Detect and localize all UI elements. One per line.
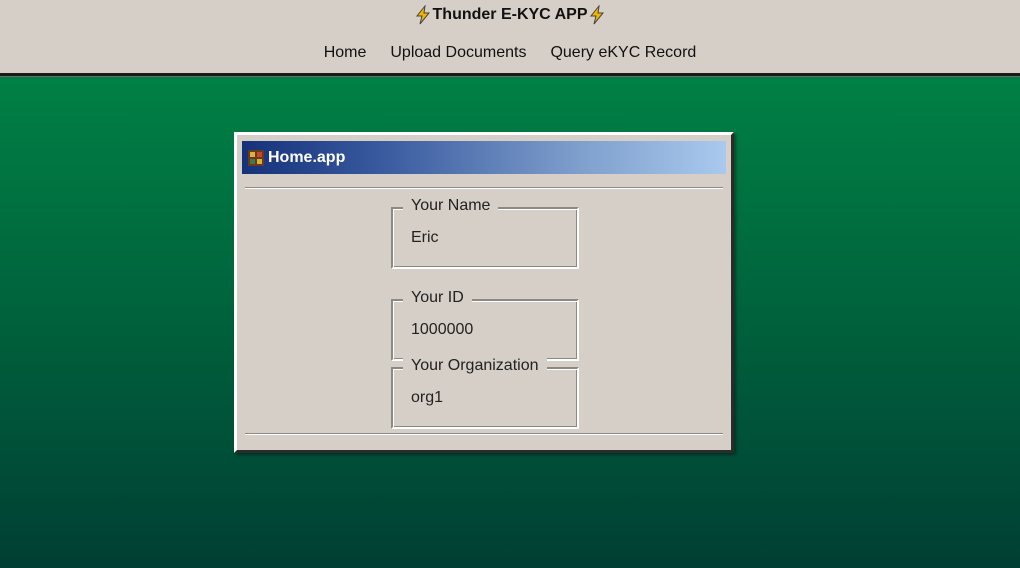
lightning-bolt-icon [590, 5, 605, 25]
divider [245, 433, 723, 435]
name-fieldset: Your Name Eric [391, 197, 579, 269]
nav-query-ekyc-record-link[interactable]: Query eKYC Record [550, 44, 696, 62]
id-fieldset: Your ID 1000000 [391, 289, 579, 361]
app-icon [248, 149, 264, 166]
id-legend: Your ID [403, 289, 472, 307]
organization-value: org1 [411, 389, 444, 406]
nav-upload-documents-link[interactable]: Upload Documents [390, 44, 526, 62]
organization-fieldset: Your Organization org1 [391, 357, 579, 429]
organization-legend: Your Organization [403, 357, 547, 375]
home-app-window: Home.app Your Name Eric Your ID 1000000 … [234, 132, 734, 453]
app-title: Thunder E-KYC APP [0, 5, 1020, 25]
top-bar: Thunder E-KYC APP Home Upload Documents … [0, 0, 1020, 76]
window-titlebar[interactable]: Home.app [242, 141, 726, 174]
window-title: Home.app [268, 148, 346, 166]
divider [245, 187, 723, 189]
lightning-bolt-icon [415, 5, 430, 25]
name-legend: Your Name [403, 197, 499, 215]
id-value: 1000000 [411, 321, 474, 338]
app-title-text: Thunder E-KYC APP [432, 6, 588, 23]
name-value: Eric [411, 229, 439, 246]
main-nav: Home Upload Documents Query eKYC Record [0, 44, 1020, 62]
nav-home-link[interactable]: Home [324, 44, 367, 62]
